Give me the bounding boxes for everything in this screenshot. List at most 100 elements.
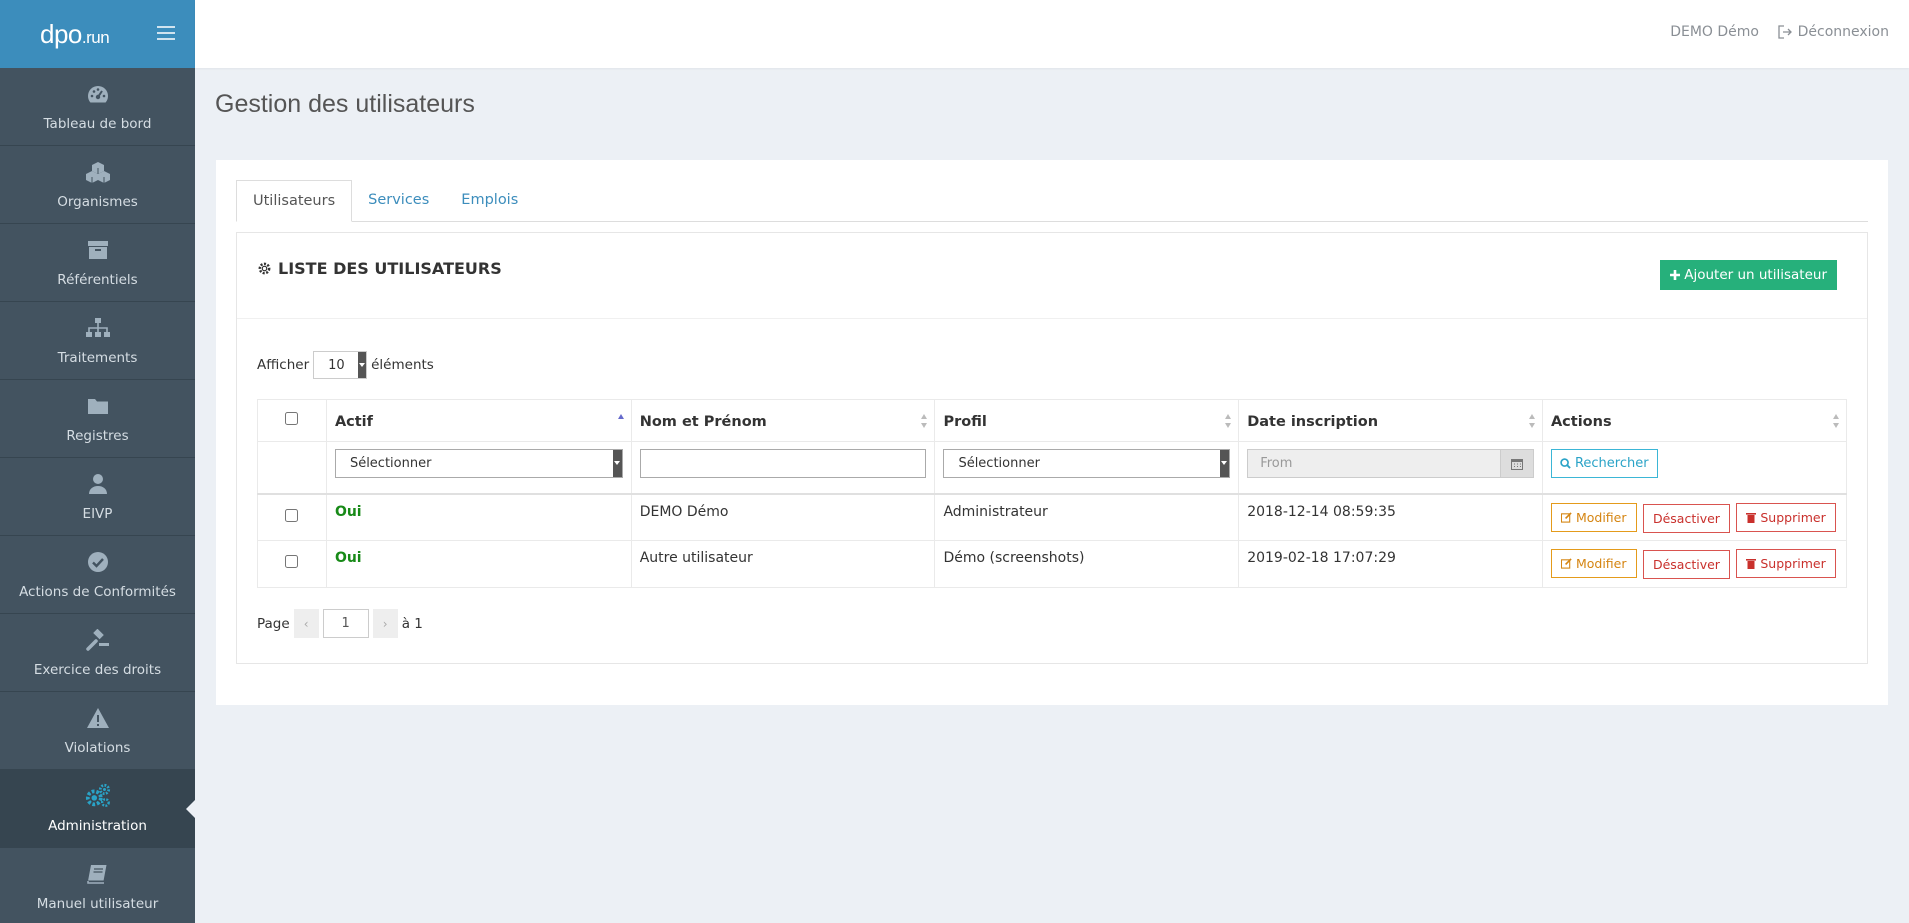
nom-filter-input[interactable] (639, 449, 927, 478)
length-prefix: Afficher (257, 357, 310, 373)
sidebar-item-label: Tableau de bord (43, 116, 152, 132)
profil-filter-select[interactable]: Sélectionner (943, 449, 1231, 478)
delete-button[interactable]: Supprimer (1736, 502, 1836, 532)
chevron-down-icon (612, 450, 622, 477)
sidebar-item-registres[interactable]: Registres (0, 380, 195, 458)
edit-icon (1560, 511, 1572, 523)
sidebar-item-label: Traitements (57, 350, 138, 366)
page-title: Gestion des utilisateurs (215, 90, 475, 118)
search-button[interactable]: Rechercher (1550, 449, 1658, 478)
gear-icon (258, 262, 271, 275)
chevron-down-icon (358, 352, 367, 378)
length-suffix: éléments (371, 357, 434, 373)
sidebar-item-manuel-utilisateur[interactable]: Manuel utilisateur (0, 848, 195, 923)
dashboard-icon (85, 81, 111, 107)
add-user-button[interactable]: Ajouter un utilisateur (1660, 260, 1837, 290)
filter-row: Sélectionner Sélectionner From Recherche… (257, 441, 1848, 494)
current-user[interactable]: DEMO Démo (1670, 24, 1759, 40)
sidebar-item-label: Registres (66, 428, 129, 444)
cell-profil: Démo (screenshots) (934, 540, 1240, 588)
sort-icon (921, 414, 928, 428)
sidebar-item-administration[interactable]: Administration (0, 770, 196, 848)
pagination: Page ‹ 1 › à 1 (257, 609, 423, 638)
row-checkbox[interactable] (285, 555, 299, 568)
archive-icon (85, 237, 111, 263)
tab-utilisateurs[interactable]: Utilisateurs (236, 180, 353, 222)
sidebar-item-label: Exercice des droits (33, 662, 162, 678)
deactivate-button[interactable]: Désactiver (1642, 503, 1730, 533)
column-header-actions[interactable]: Actions (1541, 399, 1848, 442)
trash-icon (1746, 559, 1757, 569)
deactivate-button[interactable]: Désactiver (1642, 550, 1730, 579)
filter-cell-empty (257, 441, 327, 494)
date-filter: From (1247, 449, 1534, 478)
page-length-control: Afficher 10 éléments (257, 351, 434, 379)
sidebar-item-eivp[interactable]: EIVP (0, 458, 195, 536)
edit-icon (1560, 558, 1572, 569)
cell-actions: Modifier Désactiver Supprimer (1541, 540, 1848, 588)
filter-cell-profil: Sélectionner (934, 441, 1240, 494)
add-user-label: Ajouter un utilisateur (1684, 267, 1827, 283)
column-header-profil[interactable]: Profil (934, 399, 1240, 442)
folder-icon (85, 393, 111, 419)
cogs-icon (85, 783, 111, 809)
sidebar-item-traitements[interactable]: Traitements (0, 302, 195, 380)
logo[interactable]: dpo.run (40, 19, 110, 50)
next-page-button[interactable]: › (372, 609, 398, 638)
sitemap-icon (85, 315, 111, 341)
delete-button[interactable]: Supprimer (1736, 549, 1836, 578)
table-header-row: Actif Nom et Prénom Profil Date inscript… (257, 399, 1848, 442)
trash-icon (1746, 512, 1757, 523)
sidebar-item-tableau-de-bord[interactable]: Tableau de bord (0, 68, 195, 146)
calendar-button[interactable] (1500, 449, 1534, 478)
date-from-input[interactable]: From (1247, 449, 1501, 478)
select-all-checkbox[interactable] (285, 412, 299, 425)
edit-button[interactable]: Modifier (1550, 502, 1637, 532)
table-row: Oui Autre utilisateur Démo (screenshots)… (257, 540, 1848, 588)
sidebar: dpo.run Tableau de bord Organismes Référ… (0, 0, 196, 923)
tab-services[interactable]: Services (352, 180, 445, 221)
logout-link[interactable]: Déconnexion (1777, 24, 1889, 40)
filter-cell-actif: Sélectionner (325, 441, 632, 494)
users-panel: LISTE DES UTILISATEURS Ajouter un utilis… (236, 232, 1868, 664)
users-table: Actif Nom et Prénom Profil Date inscript… (257, 399, 1848, 588)
cell-date: 2018-12-14 08:59:35 (1238, 492, 1543, 541)
panel-title-text: LISTE DES UTILISATEURS (278, 259, 502, 278)
logo-bar: dpo.run (0, 0, 195, 68)
sidebar-item-actions-de-conformites[interactable]: Actions de Conformités (0, 536, 195, 614)
check-circle-icon (85, 549, 111, 575)
column-header-actif[interactable]: Actif (325, 399, 632, 442)
sidebar-item-label: Administration (48, 818, 147, 834)
page-number-input[interactable]: 1 (322, 609, 369, 638)
plus-icon (1670, 270, 1681, 280)
page-length-select[interactable]: 10 (313, 351, 368, 379)
top-bar: DEMO Démo Déconnexion (195, 0, 1909, 68)
tab-emplois[interactable]: Emplois (445, 180, 534, 221)
column-header-nom[interactable]: Nom et Prénom (630, 399, 936, 442)
calendar-icon (1510, 458, 1523, 470)
cell-profil: Administrateur (934, 492, 1240, 541)
sidebar-item-exercice-des-droits[interactable]: Exercice des droits (0, 614, 195, 692)
sort-icon (1225, 414, 1232, 428)
tab-bar: Utilisateurs Services Emplois (236, 180, 1868, 222)
filter-cell-nom (630, 441, 936, 494)
menu-toggle-icon[interactable] (157, 26, 175, 40)
actif-filter-select[interactable]: Sélectionner (334, 449, 623, 478)
search-icon (1560, 458, 1571, 469)
sidebar-item-violations[interactable]: Violations (0, 692, 195, 770)
table-row: Oui DEMO Démo Administrateur 2018-12-14 … (257, 492, 1848, 541)
cubes-icon (85, 159, 111, 185)
sidebar-item-organismes[interactable]: Organismes (0, 146, 195, 224)
row-checkbox[interactable] (285, 508, 299, 522)
column-header-date[interactable]: Date inscription (1238, 399, 1543, 442)
filter-cell-actions: Rechercher (1541, 441, 1848, 494)
cell-actions: Modifier Désactiver Supprimer (1541, 492, 1848, 541)
cell-date: 2019-02-18 17:07:29 (1238, 540, 1543, 588)
prev-page-button[interactable]: ‹ (293, 609, 319, 638)
cell-actif: Oui (325, 540, 632, 588)
pager-suffix: à 1 (401, 615, 423, 632)
user-icon (85, 471, 111, 497)
edit-button[interactable]: Modifier (1550, 549, 1637, 578)
logout-label: Déconnexion (1797, 24, 1889, 40)
sidebar-item-referentiels[interactable]: Référentiels (0, 224, 195, 302)
